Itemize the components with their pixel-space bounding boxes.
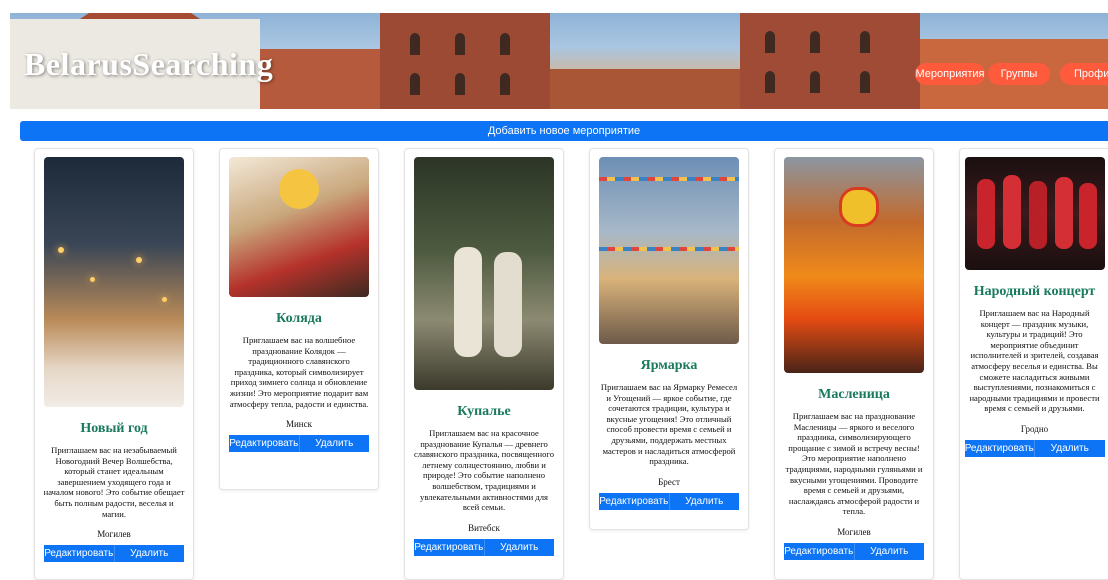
delete-button[interactable]: Удалить xyxy=(298,435,369,453)
event-image-fair xyxy=(599,157,739,344)
event-card: Народный концерт Приглашаем вас на Народ… xyxy=(959,148,1108,580)
event-actions: Редактировать Удалить xyxy=(414,538,554,556)
event-city: Минск xyxy=(285,419,312,430)
event-description: Приглашаем вас на Народный концерт — пра… xyxy=(969,308,1100,414)
edit-button[interactable]: Редактировать xyxy=(964,439,1034,457)
event-actions: Редактировать Удалить xyxy=(44,545,184,563)
delete-button[interactable]: Удалить xyxy=(1034,439,1105,457)
event-description: Приглашаем вас на волшебное празднование… xyxy=(229,335,369,409)
event-card: Масленица Приглашаем вас на празднование… xyxy=(774,148,934,580)
edit-button[interactable]: Редактировать xyxy=(44,545,114,563)
event-image-kolyada xyxy=(229,157,369,297)
event-image-folk-concert xyxy=(964,157,1105,270)
event-description: Приглашаем вас на незабываемый Новогодни… xyxy=(43,445,185,519)
event-image-new-year xyxy=(44,157,184,407)
banner-building xyxy=(260,49,380,109)
delete-button[interactable]: Удалить xyxy=(113,545,184,563)
event-image-maslenitsa xyxy=(784,157,924,373)
event-actions: Редактировать Удалить xyxy=(599,492,739,510)
delete-button[interactable]: Удалить xyxy=(853,542,924,560)
add-event-button[interactable]: Добавить новое мероприятие xyxy=(20,121,1108,141)
event-title: Масленица xyxy=(818,387,890,402)
event-card: Ярмарка Приглашаем вас на Ярмарку Ремесе… xyxy=(589,148,749,530)
event-city: Гродно xyxy=(1020,423,1049,434)
event-title: Коляда xyxy=(276,311,322,326)
nav-profile-button[interactable]: Профиль xyxy=(1060,63,1108,85)
header-banner: BelarusSearching Мероприятия Группы Проф… xyxy=(10,13,1108,109)
delete-button[interactable]: Удалить xyxy=(668,492,739,510)
event-city: Могилев xyxy=(837,526,871,537)
event-image-kupalye xyxy=(414,157,554,390)
event-card: Новый год Приглашаем вас на незабываемый… xyxy=(34,148,194,580)
banner-castle-tower xyxy=(740,13,920,109)
event-city: Могилев xyxy=(97,529,131,540)
edit-button[interactable]: Редактировать xyxy=(229,435,299,453)
edit-button[interactable]: Редактировать xyxy=(414,538,484,556)
delete-button[interactable]: Удалить xyxy=(483,538,554,556)
event-title: Народный концерт xyxy=(973,284,1096,299)
event-card: Купалье Приглашаем вас на красочное праз… xyxy=(404,148,564,580)
event-description: Приглашаем вас на Ярмарку Ремесел и Угощ… xyxy=(600,382,738,467)
event-title: Ярмарка xyxy=(640,358,698,373)
event-actions: Редактировать Удалить xyxy=(229,435,369,453)
banner-roof xyxy=(550,69,740,109)
brand-logo[interactable]: BelarusSearching xyxy=(24,46,273,83)
nav-events-button[interactable]: Мероприятия xyxy=(915,63,985,85)
event-city: Витебск xyxy=(468,522,500,533)
event-description: Приглашаем вас на красочное празднование… xyxy=(413,428,555,513)
event-title: Новый год xyxy=(80,421,148,436)
event-description: Приглашаем вас на празднование Масленицы… xyxy=(785,411,923,517)
edit-button[interactable]: Редактировать xyxy=(599,492,669,510)
event-city: Брест xyxy=(658,476,680,487)
event-title: Купалье xyxy=(457,404,511,419)
event-actions: Редактировать Удалить xyxy=(964,439,1105,457)
nav-groups-button[interactable]: Группы xyxy=(988,63,1050,85)
event-actions: Редактировать Удалить xyxy=(784,542,924,560)
banner-castle-tower xyxy=(380,13,550,109)
edit-button[interactable]: Редактировать xyxy=(784,542,854,560)
event-card: Коляда Приглашаем вас на волшебное празд… xyxy=(219,148,379,490)
